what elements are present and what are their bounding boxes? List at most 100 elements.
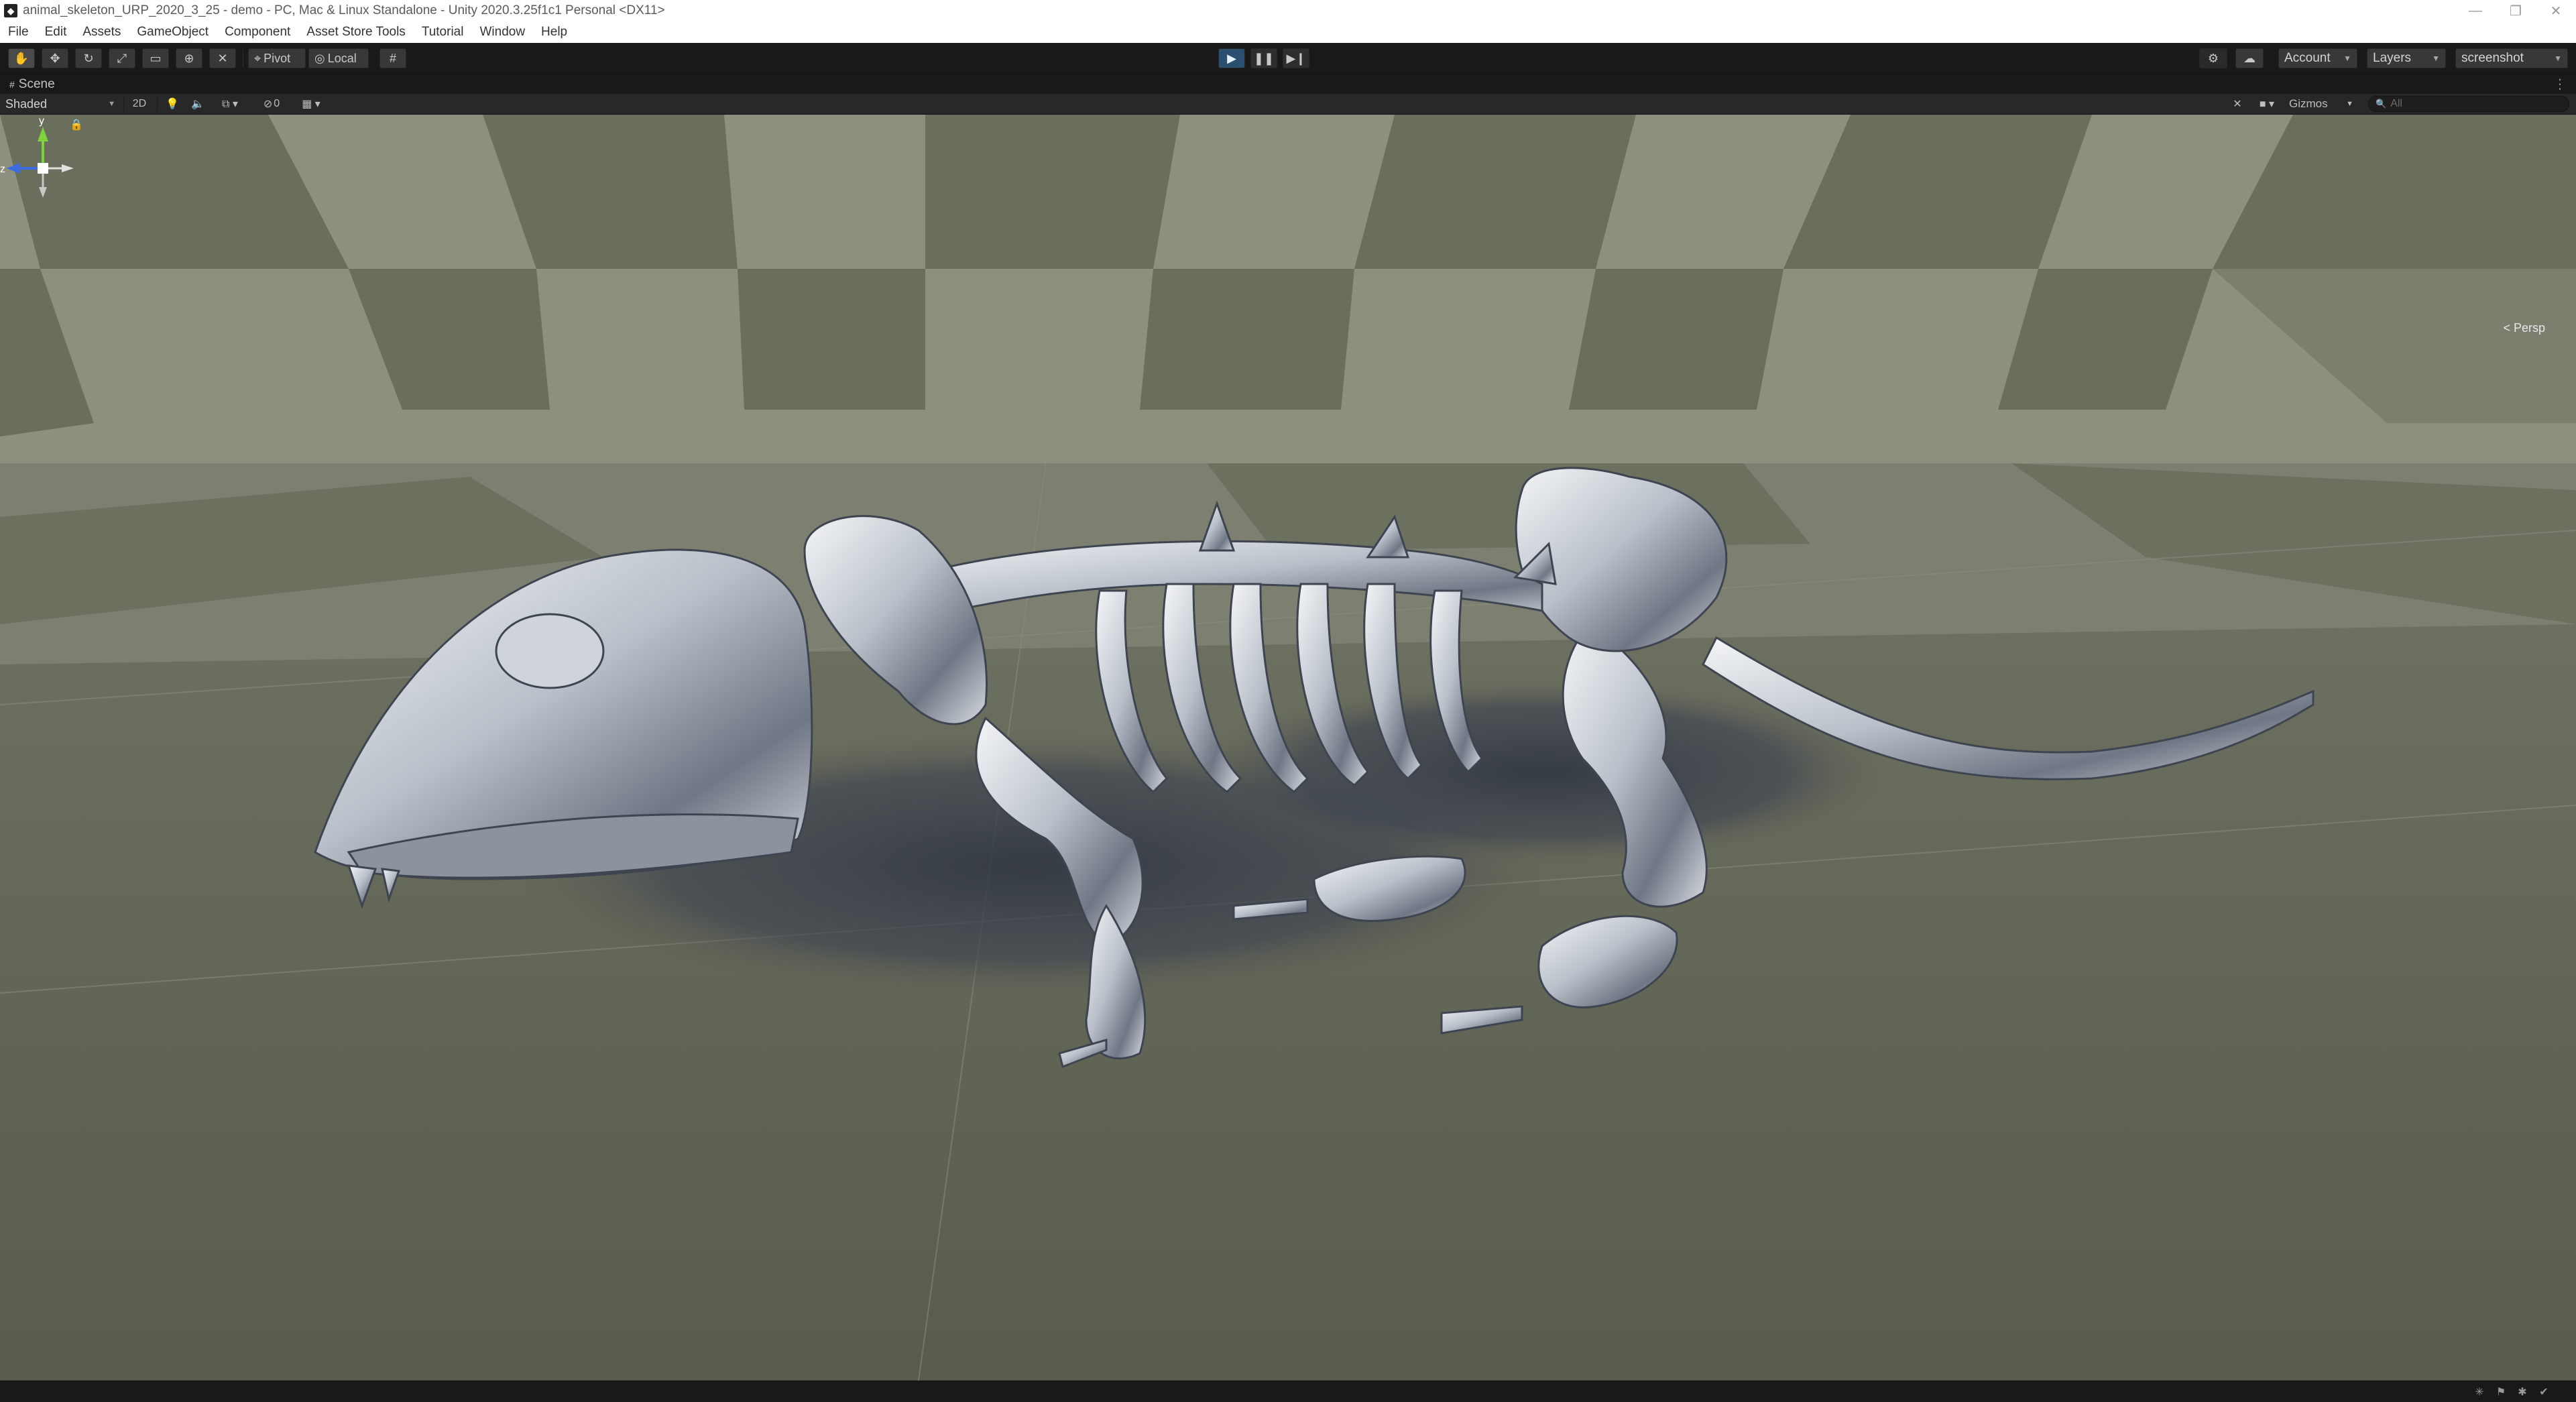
pause-button[interactable]: ❚❚: [1250, 48, 1277, 68]
hidden-objects-toggle[interactable]: ⊘ 0: [255, 95, 288, 113]
rotate-tool-button[interactable]: ↻: [75, 48, 102, 68]
move-icon: ✥: [50, 51, 60, 65]
orientation-gizmo[interactable]: y z 🔒: [0, 115, 80, 222]
cache-icon[interactable]: ✱: [2516, 1385, 2529, 1399]
toggle-2d-button[interactable]: 2D: [127, 95, 152, 113]
menu-edit[interactable]: Edit: [37, 25, 75, 40]
hand-icon: ✋: [13, 51, 30, 65]
tab-scene[interactable]: # Scene: [3, 74, 62, 95]
axis-y-cone[interactable]: [38, 127, 48, 141]
lock-icon[interactable]: 🔒: [70, 118, 80, 131]
local-icon: ◎: [314, 51, 325, 65]
account-label: Account: [2284, 51, 2331, 65]
scene-tab-bar: # Scene ⋮: [0, 74, 2576, 95]
scene-icon: #: [9, 79, 15, 90]
layout-dropdown[interactable]: screenshot ▼: [2455, 48, 2568, 68]
camera-dropdown[interactable]: ■ ▾: [2251, 95, 2282, 113]
shading-mode-label: Shaded: [5, 97, 48, 111]
grid-snap-icon: #: [389, 51, 396, 65]
menu-window[interactable]: Window: [471, 25, 533, 40]
axis-neg-y-cone[interactable]: [39, 187, 47, 198]
axis-y-label: y: [39, 115, 44, 127]
layers-dropdown[interactable]: Layers ▼: [2367, 48, 2446, 68]
play-icon: ▶: [1227, 51, 1236, 65]
minimize-button[interactable]: —: [2455, 0, 2496, 21]
gizmo-center-cube[interactable]: [38, 163, 48, 174]
step-button[interactable]: ▶❙: [1283, 48, 1309, 68]
rect-icon: ▭: [150, 51, 162, 65]
axis-neg-x-cone[interactable]: [62, 164, 74, 172]
pivot-icon: ⌖: [254, 51, 261, 65]
play-button[interactable]: ▶: [1218, 48, 1245, 68]
eye-slash-icon: ⊘: [263, 99, 273, 110]
custom-tool-icon: ✕: [217, 51, 228, 65]
grid-dropdown[interactable]: ▦ ▾: [292, 95, 330, 113]
window-title-bar: ◆ animal_skeleton_URP_2020_3_25 - demo -…: [0, 0, 2576, 21]
scene-render: [0, 115, 2576, 1381]
rect-tool-button[interactable]: ▭: [142, 48, 169, 68]
pause-icon: ❚❚: [1253, 51, 1275, 65]
unity-logo-icon: ◆: [4, 4, 17, 17]
cloud-button[interactable]: ☁: [2235, 48, 2264, 68]
cloud-icon: ☁: [2243, 51, 2256, 65]
menu-assets[interactable]: Assets: [74, 25, 129, 40]
local-label: Local: [327, 51, 357, 65]
bug-icon[interactable]: ✳: [2473, 1385, 2486, 1399]
status-bar: ✳ ⚑ ✱ ✔: [0, 1381, 2576, 1402]
scale-tool-button[interactable]: ⤢: [109, 48, 135, 68]
network-icon[interactable]: ⚑: [2494, 1385, 2508, 1399]
scene-search-input[interactable]: 🔍 All: [2368, 96, 2569, 112]
chevron-down-icon: ▼: [2343, 54, 2351, 63]
step-icon: ▶❙: [1286, 51, 1306, 65]
grid-snap-button[interactable]: #: [379, 48, 406, 68]
audio-toggle[interactable]: 🔈: [188, 95, 208, 113]
pivot-toggle[interactable]: ⌖ Pivot: [248, 48, 306, 68]
transform-icon: ⊕: [184, 51, 194, 65]
pivot-label: Pivot: [264, 51, 291, 65]
search-placeholder: All: [2390, 98, 2402, 109]
maximize-button[interactable]: ❐: [2496, 0, 2536, 21]
hand-tool-button[interactable]: ✋: [8, 48, 35, 68]
progress-check-icon[interactable]: ✔: [2537, 1385, 2551, 1399]
menu-tutorial[interactable]: Tutorial: [414, 25, 472, 40]
menu-component[interactable]: Component: [217, 25, 298, 40]
menu-file[interactable]: File: [0, 25, 37, 40]
chevron-down-icon: ▼: [2346, 100, 2353, 108]
effects-icon: ⧉ ▾: [222, 99, 238, 110]
lighting-toggle[interactable]: 💡: [162, 95, 182, 113]
main-toolbar: ✋ ✥ ↻ ⤢ ▭ ⊕ ✕ ⌖ Pivot ◎ Local # ▶ ❚❚ ▶❙ ⚙ …: [0, 43, 2576, 74]
menu-asset-store-tools[interactable]: Asset Store Tools: [298, 25, 414, 40]
close-button[interactable]: ✕: [2536, 0, 2576, 21]
gizmos-label: Gizmos: [2289, 97, 2328, 110]
projection-toggle[interactable]: < Persp: [2503, 321, 2545, 335]
search-icon: 🔍: [2376, 99, 2387, 109]
layout-label: screenshot: [2461, 51, 2524, 65]
menu-help[interactable]: Help: [533, 25, 575, 40]
hidden-count: 0: [274, 98, 280, 109]
transform-tool-button[interactable]: ⊕: [176, 48, 202, 68]
speaker-icon: 🔈: [191, 99, 204, 110]
grid-icon: ▦ ▾: [302, 99, 320, 110]
shading-mode-dropdown[interactable]: Shaded ▼: [3, 95, 118, 113]
menu-bar: File Edit Assets GameObject Component As…: [0, 21, 2576, 43]
collab-settings-button[interactable]: ⚙: [2199, 48, 2227, 68]
gizmos-dropdown[interactable]: Gizmos ▼: [2286, 95, 2356, 113]
axis-z-cone[interactable]: [7, 163, 20, 174]
scene-viewport[interactable]: y z 🔒 < Persp: [0, 115, 2576, 1381]
account-dropdown[interactable]: Account ▼: [2278, 48, 2357, 68]
lightbulb-icon: 💡: [166, 99, 179, 110]
tools-toggle[interactable]: ✕: [2227, 95, 2247, 113]
more-options-icon[interactable]: ⋮: [2553, 76, 2567, 93]
chevron-down-icon: ▼: [2432, 54, 2440, 63]
axis-z-label: z: [0, 164, 5, 175]
move-tool-button[interactable]: ✥: [42, 48, 68, 68]
menu-gameobject[interactable]: GameObject: [129, 25, 217, 40]
chevron-down-icon: ▼: [2554, 54, 2562, 63]
custom-tool-button[interactable]: ✕: [209, 48, 236, 68]
gear-icon: ⚙: [2207, 51, 2219, 65]
effects-dropdown[interactable]: ⧉ ▾: [213, 95, 247, 113]
tab-scene-label: Scene: [18, 77, 55, 91]
local-toggle[interactable]: ◎ Local: [308, 48, 369, 68]
divider: [123, 97, 124, 111]
layers-label: Layers: [2373, 51, 2412, 65]
